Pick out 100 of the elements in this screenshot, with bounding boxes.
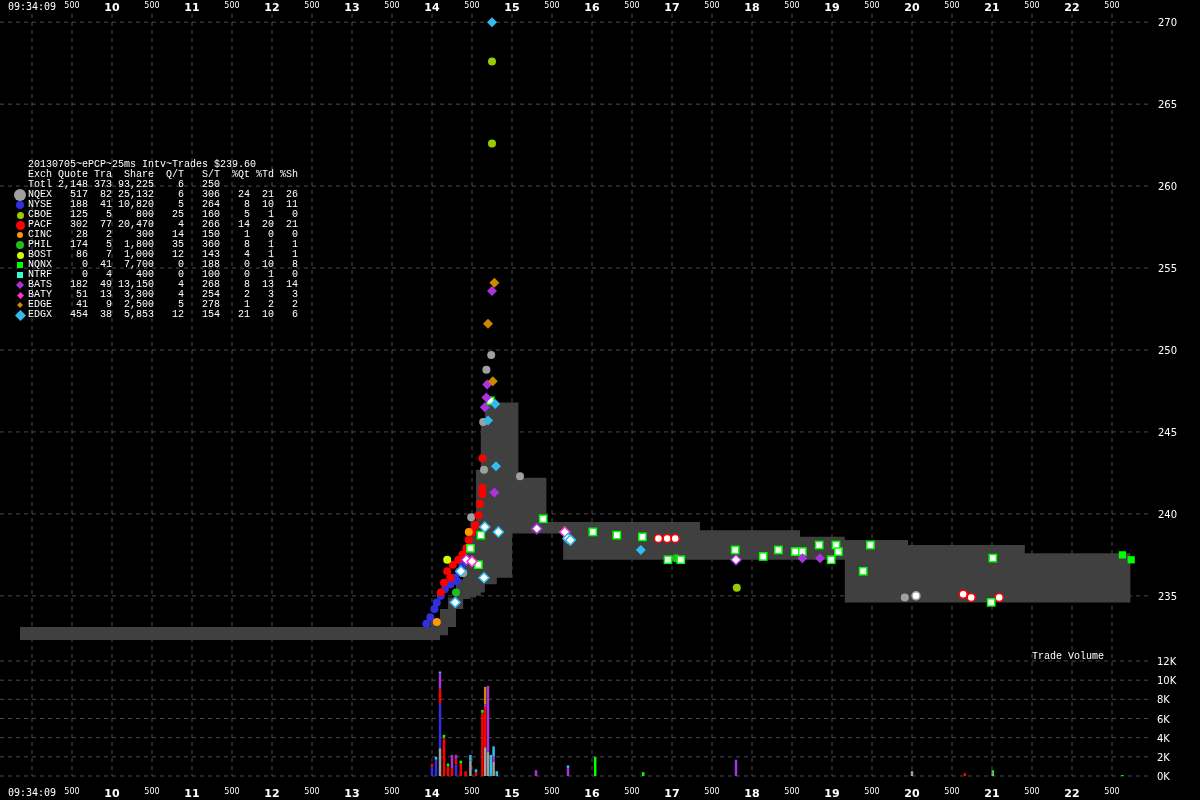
table-cell-text: 20 [261,220,274,230]
table-cell-text: 1 [291,250,298,260]
time-label: 09:34:09 [7,787,57,798]
table-cell-text: 10 [261,260,274,270]
table-cell-text: 4 [243,250,250,260]
price-label: 260 [1158,181,1178,193]
exchange-label: PACF [28,220,52,230]
time-label: 500 [704,787,720,796]
price-label: 270 [1158,17,1178,29]
table-cell-text: 1 [243,230,250,240]
table-cell-text: 125 [69,210,88,220]
table-cell-text: 77 [99,220,112,230]
time-label: 500 [784,1,800,10]
column-header: %Td [255,170,274,180]
time-label: 20 [904,1,920,14]
table-cell-text: 2 [291,300,298,310]
table-cell-text: 266 [201,220,220,230]
column-header: Exch [28,170,52,180]
time-label: 17 [664,787,680,800]
time-label: 500 [1024,787,1040,796]
table-cell-text: 1 [267,210,274,220]
volume-label: 4K [1157,732,1170,744]
table-cell-text: 0 [81,270,88,280]
table-cell-text: 93,225 [117,180,154,190]
time-label: 19 [824,787,840,800]
time-label: 500 [304,787,320,796]
table-cell-text: 182 [69,280,88,290]
time-label: 500 [464,1,480,10]
time-label: 15 [504,787,520,800]
table-cell-text: 2 [105,230,112,240]
table-cell-text: 6 [177,180,184,190]
price-label: 240 [1158,508,1178,520]
time-label: 13 [344,787,360,800]
table-cell-text: 4 [105,270,112,280]
time-label: 500 [1104,1,1120,10]
table-cell-text: 0 [81,260,88,270]
table-cell-text: 2,148 [57,180,88,190]
time-label: 14 [424,1,440,14]
table-cell-text: 800 [135,210,154,220]
time-label: 16 [584,1,600,14]
price-label: 265 [1158,99,1178,111]
column-header: Q/T [165,170,184,180]
time-label: 13 [344,1,360,14]
time-label: 500 [544,787,560,796]
time-label: 22 [1064,787,1080,800]
table-cell-text: 3 [291,290,298,300]
time-label: 12 [264,787,280,800]
table-cell-text: 0 [267,230,274,240]
table-cell-text: 254 [201,290,220,300]
table-cell-text: 278 [201,300,220,310]
table-cell-text: 8 [243,240,250,250]
price-label: 245 [1158,426,1178,438]
table-cell-text: 14 [171,230,184,240]
table-cell-text: 306 [201,190,220,200]
time-label: 500 [144,787,160,796]
table-cell-text: 8 [291,260,298,270]
table-cell-text: 300 [135,230,154,240]
time-label: 21 [984,1,1000,14]
table-cell-text: 5 [105,240,112,250]
table-cell-text: 13 [99,290,112,300]
exchange-label: NQNX [28,260,52,270]
total-label: Totl [28,180,52,190]
table-cell-text: 188 [201,260,220,270]
table-cell-text: 1 [267,250,274,260]
table-cell-text: 4 [177,220,184,230]
volume-label: 8K [1157,694,1170,706]
table-cell-text: 1 [291,240,298,250]
time-label: 500 [944,1,960,10]
table-cell-text: 21 [285,220,298,230]
table-cell-text: 1 [267,270,274,280]
time-label: 17 [664,1,680,14]
time-label: 500 [944,787,960,796]
time-label: 500 [784,787,800,796]
time-label: 20 [904,787,920,800]
time-label: 500 [704,1,720,10]
table-cell-text: 9 [105,300,112,310]
time-label: 09:34:09 [7,1,57,12]
time-label: 19 [824,1,840,14]
exchange-label: EDGX [28,310,52,320]
table-cell-text: 25 [171,210,184,220]
table-cell-text: 5 [243,210,250,220]
table-cell-text: 6 [177,190,184,200]
exchange-label: BATS [28,280,52,290]
exchange-label: BATY [28,290,52,300]
volume-label: 2K [1157,751,1170,763]
table-cell-text: 5 [177,200,184,210]
table-cell-text: 174 [69,240,88,250]
table-cell-text: 11 [285,200,298,210]
exchange-label: BOST [28,250,52,260]
time-label: 14 [424,787,440,800]
time-label: 500 [864,787,880,796]
table-cell-text: 8 [243,280,250,290]
time-label: 500 [1104,787,1120,796]
table-cell-text: 26 [285,190,298,200]
column-header: Share [123,170,154,180]
table-cell-text: 0 [243,260,250,270]
table-cell-text: 454 [69,310,88,320]
legend-title: 20130705~ePCP~25ms Intv~Trades $239.60 [28,160,257,170]
exchange-label: NYSE [28,200,52,210]
column-header: %Sh [279,170,298,180]
